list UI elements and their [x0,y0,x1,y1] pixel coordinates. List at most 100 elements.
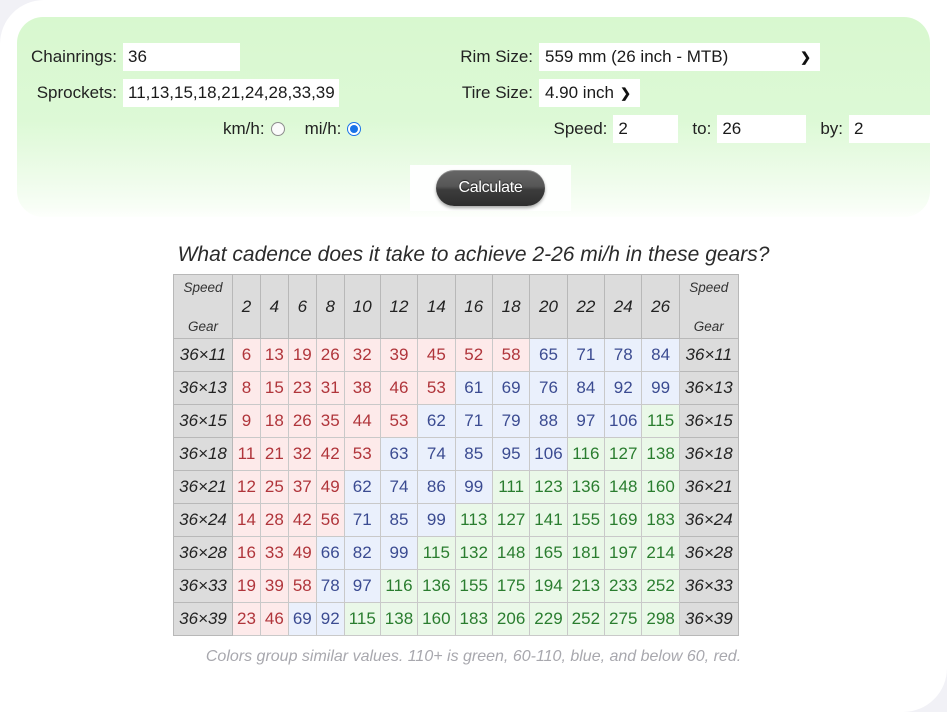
form-row-1: Chainrings: Rim Size: 559 mm (26 inch - … [17,41,930,73]
cadence-cell: 6 [232,338,261,372]
gear-label-cell: 36×33 [678,569,739,603]
cadence-cell: 183 [641,503,680,537]
cadence-cell: 136 [417,569,456,603]
tire-size-selected-value: 4.90 inch [545,83,614,102]
speed-header-cell: 4 [259,274,289,339]
cadence-cell: 35 [315,404,345,438]
gear-label-cell: 36×15 [173,404,233,438]
cadence-cell: 25 [259,470,289,504]
cadence-cell: 31 [315,371,345,405]
gear-label-cell: 36×39 [173,602,233,636]
table-row: 36×13 8 15 23 31 38 46 53 61 69 76 84 92 99 36×13 [173,371,739,405]
cadence-cell: 252 [641,569,680,603]
cadence-cell: 69 [287,602,317,636]
cadence-cell: 99 [454,470,493,504]
cadence-cell: 155 [566,503,606,537]
cadence-cell: 155 [454,569,493,603]
chainrings-group: Chainrings: [17,43,453,71]
sprockets-input[interactable] [123,79,339,107]
gear-label-cell: 36×18 [173,437,233,471]
gear-label-cell: 36×33 [173,569,233,603]
cadence-cell: 39 [379,338,419,372]
cadence-cell: 136 [566,470,606,504]
cadence-cell: 58 [287,569,317,603]
cadence-cell: 141 [529,503,568,537]
kmh-radio[interactable] [270,122,285,136]
cadence-cell: 32 [343,338,381,372]
unit-option-kmh[interactable]: km/h: [223,119,285,139]
cadence-cell: 74 [379,470,419,504]
speed-header-cell: 16 [454,274,493,339]
cadence-cell: 65 [529,338,568,372]
gear-label-cell: 36×21 [678,470,739,504]
cadence-cell: 197 [604,536,643,570]
rim-size-label: Rim Size: [460,47,533,66]
gear-label-cell: 36×28 [678,536,739,570]
table-row: 36×24 14 28 42 56 71 85 99 113 127 141 155 169 183 36×… [173,503,739,537]
cadence-cell: 97 [343,569,381,603]
cadence-cell: 123 [529,470,568,504]
cadence-cell: 84 [566,371,606,405]
cadence-cell: 33 [259,536,289,570]
cadence-cell: 165 [529,536,568,570]
form-row-2: Sprockets: Tire Size: 4.90 inch ❯ [17,77,930,109]
cadence-cell: 37 [287,470,317,504]
cadence-cell: 32 [287,437,317,471]
cadence-cell: 8 [232,371,261,405]
speed-to-input[interactable] [717,115,807,143]
cadence-cell: 84 [641,338,680,372]
gear-label-cell: 36×24 [173,503,233,537]
speed-header-cell: 24 [604,274,643,339]
color-legend: Colors group similar values. 110+ is gre… [205,648,742,665]
cadence-cell: 106 [604,404,643,438]
chainrings-input[interactable] [123,43,240,71]
cadence-cell: 85 [379,503,419,537]
cadence-cell: 62 [343,470,381,504]
cadence-cell: 66 [315,536,345,570]
gear-label-cell: 36×11 [678,338,739,372]
tire-size-select[interactable]: 4.90 inch ❯ [539,79,640,107]
cadence-cell: 11 [232,437,261,471]
mih-radio[interactable] [347,122,362,136]
table-row: 36×11 6 13 19 26 32 39 45 52 58 65 71 78 84 36×11 [173,338,739,372]
cadence-cell: 99 [417,503,456,537]
gear-label-cell: 36×11 [173,338,233,372]
calculate-button-container: Calculate [410,165,571,211]
form-row-3: km/h: mi/h: Speed: to: by: [17,113,930,145]
cadence-cell: 88 [529,404,568,438]
cadence-cell: 85 [454,437,493,471]
cadence-cell: 99 [641,371,680,405]
rim-size-select[interactable]: 559 mm (26 inch - MTB) ❯ [539,43,820,71]
cadence-cell: 99 [379,536,419,570]
cadence-cell: 229 [529,602,568,636]
table-row: 36×18 11 21 32 42 53 63 74 85 95 106 116 127 138 36×18 [173,437,739,471]
speed-header-cell: 20 [529,274,568,339]
speed-from-input[interactable] [613,115,679,143]
cadence-cell: 92 [315,602,345,636]
corner-speed-label: Speed [689,279,729,295]
cadence-cell: 23 [287,371,317,405]
cadence-table: Speed Gear 2 4 6 8 10 12 14 16 18 20 22 24 26 Speed Gear… [173,274,739,636]
calculate-button[interactable]: Calculate [436,170,545,206]
cadence-cell: 18 [259,404,289,438]
cadence-cell: 74 [417,437,456,471]
cadence-cell: 44 [343,404,381,438]
cadence-cell: 71 [454,404,493,438]
unit-option-mih[interactable]: mi/h: [305,119,362,139]
cadence-cell: 138 [641,437,680,471]
cadence-cell: 148 [491,536,531,570]
speed-by-input[interactable] [849,115,930,143]
cadence-cell: 79 [491,404,531,438]
tire-size-group: Tire Size: 4.90 inch ❯ [453,79,930,107]
units-group: km/h: mi/h: [17,119,527,139]
cadence-cell: 15 [259,371,289,405]
cadence-cell: 92 [604,371,643,405]
cadence-cell: 132 [454,536,493,570]
cadence-cell: 71 [566,338,606,372]
cadence-cell: 213 [566,569,606,603]
cadence-table-container: Speed Gear 2 4 6 8 10 12 14 16 18 20 22 24 26 Speed Gear… [173,274,739,636]
speed-to-label: to: [692,119,712,138]
speed-header-cell: 22 [566,274,606,339]
corner-speed-gear-cell: Speed Gear [173,274,233,339]
table-row: 36×21 12 25 37 49 62 74 86 99 111 123 136 148 160 36×2… [173,470,739,504]
